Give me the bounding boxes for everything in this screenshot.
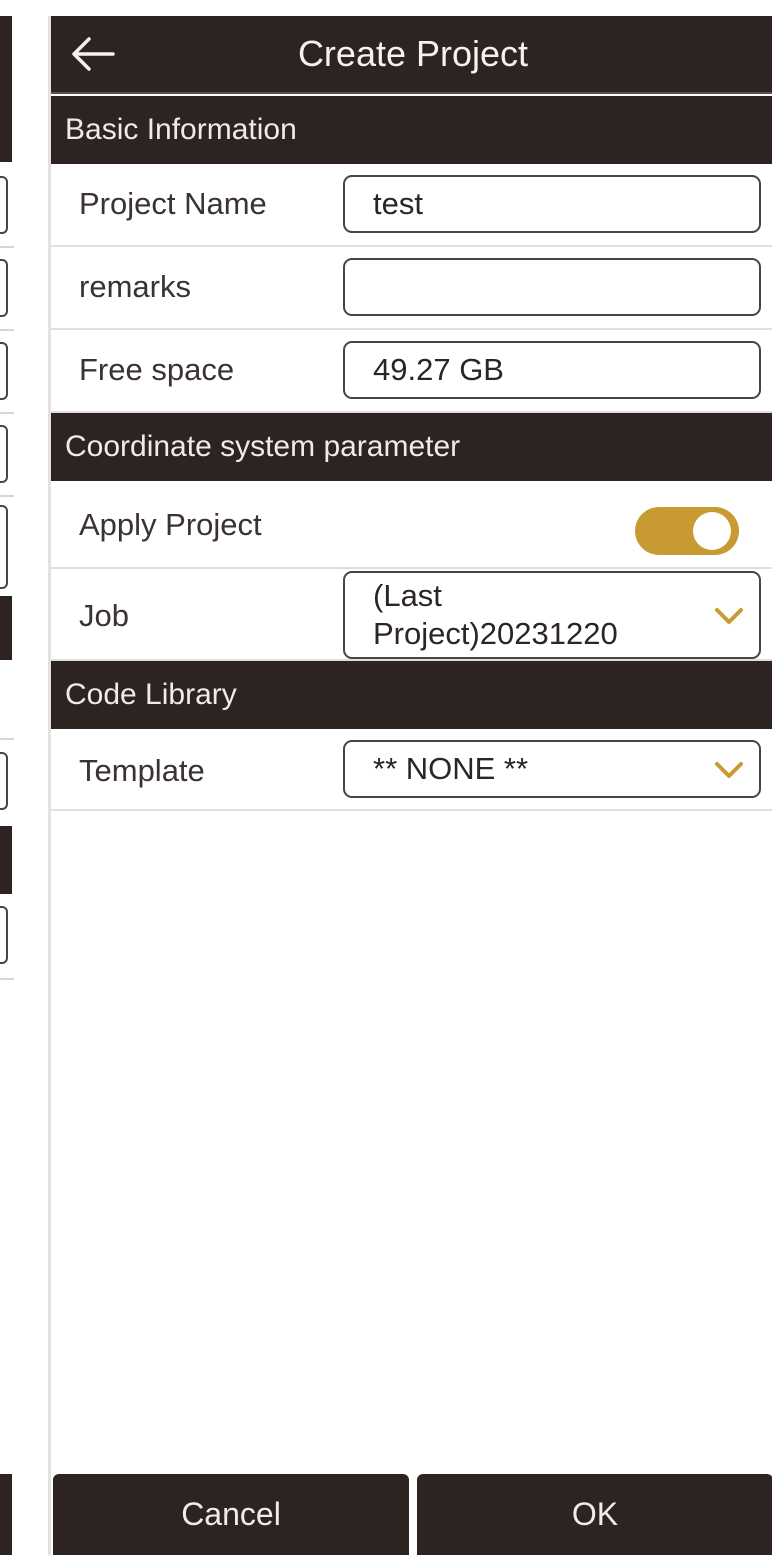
remarks-row: remarks <box>51 247 772 330</box>
section-code-library: Code Library <box>51 661 772 729</box>
previous-screen-edge <box>0 0 14 1555</box>
template-select-value: ** NONE ** <box>373 751 529 786</box>
apply-project-label: Apply Project <box>79 507 262 542</box>
job-select[interactable]: (Last Project)20231220 <box>343 571 761 659</box>
create-project-screen: Create Project Basic Information Project… <box>48 16 772 1555</box>
section-basic-information: Basic Information <box>51 96 772 164</box>
project-name-input[interactable]: test <box>343 175 761 233</box>
apply-project-row: Apply Project <box>51 481 772 569</box>
ok-button[interactable]: OK <box>417 1474 772 1555</box>
remarks-input[interactable] <box>343 258 761 316</box>
project-name-row: Project Name test <box>51 164 772 247</box>
remarks-label: remarks <box>79 269 191 304</box>
project-name-label: Project Name <box>79 186 267 221</box>
free-space-row: Free space 49.27 GB <box>51 330 772 413</box>
template-row: Template ** NONE ** <box>51 729 772 811</box>
chevron-down-icon <box>715 608 743 624</box>
chevron-down-icon <box>715 762 743 778</box>
bottom-action-bar: Cancel OK <box>51 1474 772 1555</box>
title-bar: Create Project <box>51 16 772 94</box>
job-row: Job (Last Project)20231220 <box>51 569 772 661</box>
free-space-field: 49.27 GB <box>343 341 761 399</box>
toggle-knob <box>693 512 731 550</box>
section-coordinate-system: Coordinate system parameter <box>51 413 772 481</box>
job-label: Job <box>79 598 129 633</box>
job-select-value-line2: Project)20231220 <box>373 616 618 651</box>
free-space-label: Free space <box>79 352 235 387</box>
template-label: Template <box>79 753 205 788</box>
cancel-button[interactable]: Cancel <box>53 1474 409 1555</box>
template-select[interactable]: ** NONE ** <box>343 740 761 798</box>
page-title: Create Project <box>297 33 529 74</box>
apply-project-toggle[interactable] <box>635 507 739 555</box>
job-select-value-line1: (Last <box>373 578 442 613</box>
